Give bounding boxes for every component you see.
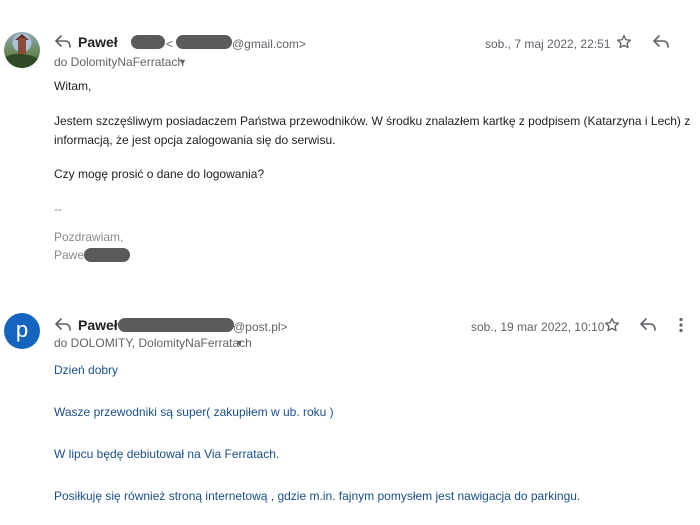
- question: Czy mogę prosić o dane do logowania?: [54, 167, 265, 181]
- paragraph-line: informacją, że jest opcja zalogowania si…: [54, 133, 336, 147]
- caret-down-icon[interactable]: ▼: [235, 338, 244, 348]
- sender-avatar-photo[interactable]: [4, 32, 40, 68]
- star-icon[interactable]: [616, 34, 632, 50]
- body-line: W lipcu będę debiutował na Via Ferratach…: [54, 447, 280, 461]
- sender-email-open: <: [166, 37, 174, 51]
- sender-avatar-letter[interactable]: p: [4, 313, 40, 349]
- avatar-trees: [4, 54, 40, 68]
- star-icon[interactable]: [604, 317, 620, 333]
- reply-icon[interactable]: [653, 35, 669, 49]
- signature-separator: --: [54, 202, 62, 216]
- reply-icon[interactable]: [640, 318, 656, 332]
- body-line: Wasze przewodniki są super( zakupiłem w …: [54, 405, 334, 419]
- paragraph-line: Jestem szczęśliwym posiadaczem Państwa p…: [54, 114, 691, 128]
- signature-name: Paweł: [54, 248, 87, 262]
- sender-email-domain: @post.pl>: [233, 320, 288, 334]
- reply-icon[interactable]: [55, 318, 71, 332]
- body-line: Dzień dobry: [54, 363, 119, 377]
- body-line: Posiłkuję się również stroną internetową…: [54, 489, 581, 503]
- more-vert-icon[interactable]: [678, 317, 684, 333]
- redacted-email-local: [176, 35, 232, 49]
- recipients[interactable]: do DolomityNaFerratach: [54, 55, 184, 69]
- redacted-surname-email: [118, 318, 234, 332]
- message-date: sob., 19 mar 2022, 10:10: [471, 320, 605, 334]
- caret-down-icon[interactable]: ▼: [178, 57, 187, 67]
- redacted-signature-surname: [84, 248, 130, 262]
- redacted-surname: [131, 35, 165, 49]
- sender-name: Paweł: [78, 34, 118, 50]
- message-date: sob., 7 maj 2022, 22:51: [485, 37, 611, 51]
- recipients[interactable]: do DOLOMITY, DolomityNaFerratach: [54, 336, 252, 350]
- greeting: Witam,: [54, 79, 92, 93]
- closing: Pozdrawiam,: [54, 230, 124, 244]
- sender-email-domain: @gmail.com>: [232, 37, 306, 51]
- avatar-tower: [18, 38, 26, 54]
- reply-icon[interactable]: [55, 35, 71, 49]
- sender-name: Paweł: [78, 317, 118, 333]
